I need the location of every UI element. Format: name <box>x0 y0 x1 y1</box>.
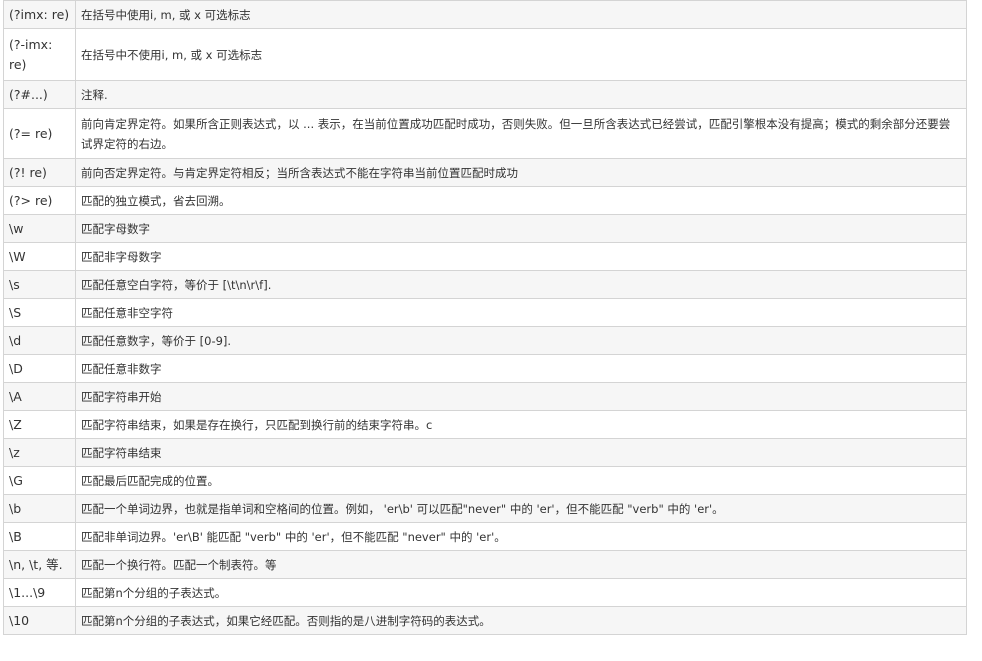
table-row: (?= re) 前向肯定界定符。如果所含正则表达式，以 ... 表示，在当前位置… <box>3 108 967 159</box>
description-cell: 匹配字符串结束，如果是存在换行，只匹配到换行前的结束字符串。c <box>75 410 967 439</box>
description-cell: 匹配字母数字 <box>75 214 967 243</box>
table-row: \w 匹配字母数字 <box>3 214 967 243</box>
description-cell: 匹配第n个分组的子表达式。 <box>75 578 967 607</box>
table-row: \10 匹配第n个分组的子表达式，如果它经匹配。否则指的是八进制字符码的表达式。 <box>3 606 967 635</box>
table-row: \d 匹配任意数字，等价于 [0-9]. <box>3 326 967 355</box>
table-row: \W 匹配非字母数字 <box>3 242 967 271</box>
pattern-cell: \b <box>3 494 76 523</box>
pattern-cell: (?#...) <box>3 80 76 109</box>
pattern-cell: (?-imx: re) <box>3 28 76 81</box>
pattern-cell: \D <box>3 354 76 383</box>
table-row: (?imx: re) 在括号中使用i, m, 或 x 可选标志 <box>3 0 967 29</box>
table-row: \1...\9 匹配第n个分组的子表达式。 <box>3 578 967 607</box>
pattern-cell: \w <box>3 214 76 243</box>
description-cell: 匹配字符串开始 <box>75 382 967 411</box>
description-cell: 匹配非单词边界。'er\B' 能匹配 "verb" 中的 'er'，但不能匹配 … <box>75 522 967 551</box>
pattern-cell: (?= re) <box>3 108 76 159</box>
pattern-cell: \s <box>3 270 76 299</box>
description-cell: 匹配最后匹配完成的位置。 <box>75 466 967 495</box>
pattern-cell: \B <box>3 522 76 551</box>
description-cell: 匹配一个单词边界，也就是指单词和空格间的位置。例如， 'er\b' 可以匹配"n… <box>75 494 967 523</box>
table-row: (?-imx: re) 在括号中不使用i, m, 或 x 可选标志 <box>3 28 967 81</box>
description-cell: 匹配字符串结束 <box>75 438 967 467</box>
description-cell: 前向否定界定符。与肯定界定符相反；当所含表达式不能在字符串当前位置匹配时成功 <box>75 158 967 187</box>
description-cell: 在括号中使用i, m, 或 x 可选标志 <box>75 0 967 29</box>
pattern-cell: \S <box>3 298 76 327</box>
description-cell: 匹配任意非空字符 <box>75 298 967 327</box>
pattern-cell: \z <box>3 438 76 467</box>
pattern-cell: \A <box>3 382 76 411</box>
regex-table-body: (?imx: re) 在括号中使用i, m, 或 x 可选标志 (?-imx: … <box>3 0 967 635</box>
table-row: \b 匹配一个单词边界，也就是指单词和空格间的位置。例如， 'er\b' 可以匹… <box>3 494 967 523</box>
description-cell: 匹配一个换行符。匹配一个制表符。等 <box>75 550 967 579</box>
pattern-cell: \d <box>3 326 76 355</box>
description-cell: 匹配任意非数字 <box>75 354 967 383</box>
table-row: (?! re) 前向否定界定符。与肯定界定符相反；当所含表达式不能在字符串当前位… <box>3 158 967 187</box>
table-row: \s 匹配任意空白字符，等价于 [\t\n\r\f]. <box>3 270 967 299</box>
table-row: \A 匹配字符串开始 <box>3 382 967 411</box>
description-cell: 匹配任意数字，等价于 [0-9]. <box>75 326 967 355</box>
table-row: \S 匹配任意非空字符 <box>3 298 967 327</box>
regex-syntax-table: (?imx: re) 在括号中使用i, m, 或 x 可选标志 (?-imx: … <box>3 0 967 635</box>
table-row: \G 匹配最后匹配完成的位置。 <box>3 466 967 495</box>
description-cell: 前向肯定界定符。如果所含正则表达式，以 ... 表示，在当前位置成功匹配时成功，… <box>75 108 967 159</box>
table-row: (?#...) 注释. <box>3 80 967 109</box>
pattern-cell: \n, \t, 等. <box>3 550 76 579</box>
table-row: \D 匹配任意非数字 <box>3 354 967 383</box>
table-row: \B 匹配非单词边界。'er\B' 能匹配 "verb" 中的 'er'，但不能… <box>3 522 967 551</box>
pattern-cell: \1...\9 <box>3 578 76 607</box>
description-cell: 匹配的独立模式，省去回溯。 <box>75 186 967 215</box>
pattern-cell: \Z <box>3 410 76 439</box>
table-row: \z 匹配字符串结束 <box>3 438 967 467</box>
table-row: \Z 匹配字符串结束，如果是存在换行，只匹配到换行前的结束字符串。c <box>3 410 967 439</box>
pattern-cell: \G <box>3 466 76 495</box>
pattern-cell: \W <box>3 242 76 271</box>
table-row: \n, \t, 等. 匹配一个换行符。匹配一个制表符。等 <box>3 550 967 579</box>
description-cell: 匹配任意空白字符，等价于 [\t\n\r\f]. <box>75 270 967 299</box>
description-cell: 匹配第n个分组的子表达式，如果它经匹配。否则指的是八进制字符码的表达式。 <box>75 606 967 635</box>
pattern-cell: (?> re) <box>3 186 76 215</box>
description-cell: 在括号中不使用i, m, 或 x 可选标志 <box>75 28 967 81</box>
pattern-cell: (?imx: re) <box>3 0 76 29</box>
description-cell: 注释. <box>75 80 967 109</box>
pattern-cell: \10 <box>3 606 76 635</box>
table-row: (?> re) 匹配的独立模式，省去回溯。 <box>3 186 967 215</box>
pattern-cell: (?! re) <box>3 158 76 187</box>
description-cell: 匹配非字母数字 <box>75 242 967 271</box>
